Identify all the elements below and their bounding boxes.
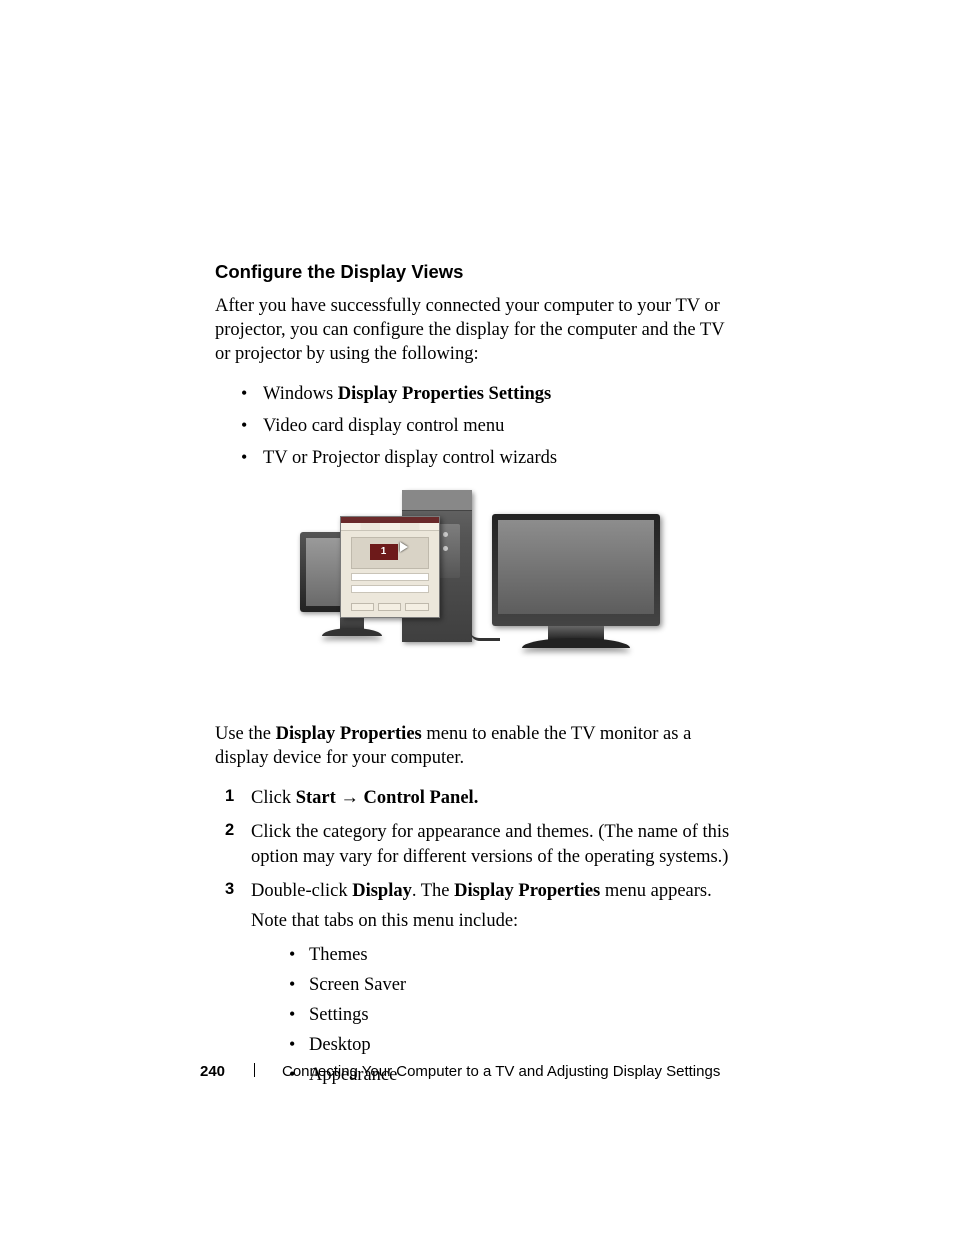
monitor-number-badge: 1	[370, 544, 398, 560]
text-run: Double-click	[251, 881, 352, 901]
illustration: 1	[300, 490, 660, 690]
field-icon	[351, 573, 429, 581]
option-item: Windows Display Properties Settings	[263, 382, 744, 406]
step-item: 1 Click Start → Control Panel.	[251, 786, 744, 810]
tv-icon	[492, 514, 660, 626]
text-bold: Start	[296, 788, 336, 808]
tab-item: Settings	[309, 1003, 744, 1027]
text-run: Use the	[215, 724, 276, 744]
document-page: Configure the Display Views After you ha…	[0, 0, 954, 1235]
tab-item: Themes	[309, 943, 744, 967]
subnote: Note that tabs on this menu include:	[251, 909, 744, 933]
intro-paragraph: After you have successfully connected yo…	[215, 294, 744, 366]
options-list: Windows Display Properties Settings Vide…	[215, 382, 744, 470]
use-paragraph: Use the Display Properties menu to enabl…	[215, 722, 744, 770]
text-bold: Display Properties	[276, 724, 422, 744]
step-number: 3	[225, 879, 234, 900]
monitor-base-icon	[322, 628, 382, 636]
option-item: TV or Projector display control wizards	[263, 446, 744, 470]
page-number: 240	[200, 1062, 225, 1082]
properties-window-icon: 1	[340, 516, 440, 618]
text-bold: Display	[352, 881, 412, 901]
tv-base-icon	[522, 638, 630, 648]
footer-separator-icon	[254, 1063, 255, 1077]
text-run: menu appears.	[600, 881, 711, 901]
tab-item: Screen Saver	[309, 973, 744, 997]
text-run: Click the category for appearance and th…	[251, 822, 729, 866]
step-number: 1	[225, 786, 234, 807]
step-item: 3 Double-click Display. The Display Prop…	[251, 879, 744, 1087]
text-run: . The	[412, 881, 454, 901]
cursor-icon	[400, 542, 408, 552]
step-number: 2	[225, 820, 234, 841]
window-tabs-icon	[341, 523, 439, 531]
section-heading: Configure the Display Views	[215, 260, 744, 284]
option-bold: Display Properties Settings	[338, 384, 551, 404]
window-monitor-icon: 1	[351, 537, 429, 569]
buttons-icon	[351, 603, 429, 611]
text-bold: Control Panel.	[364, 788, 479, 808]
option-text: Windows	[263, 384, 338, 404]
steps-list: 1 Click Start → Control Panel. 2 Click t…	[215, 786, 744, 1086]
option-item: Video card display control menu	[263, 414, 744, 438]
text-bold: Display Properties	[454, 881, 600, 901]
step-item: 2 Click the category for appearance and …	[251, 820, 744, 868]
text-run: Click	[251, 788, 296, 808]
footer-title: Connecting Your Computer to a TV and Adj…	[282, 1062, 720, 1082]
tab-item: Desktop	[309, 1033, 744, 1057]
field-icon	[351, 585, 429, 593]
text-run: →	[336, 788, 364, 808]
cable-icon	[470, 630, 500, 641]
